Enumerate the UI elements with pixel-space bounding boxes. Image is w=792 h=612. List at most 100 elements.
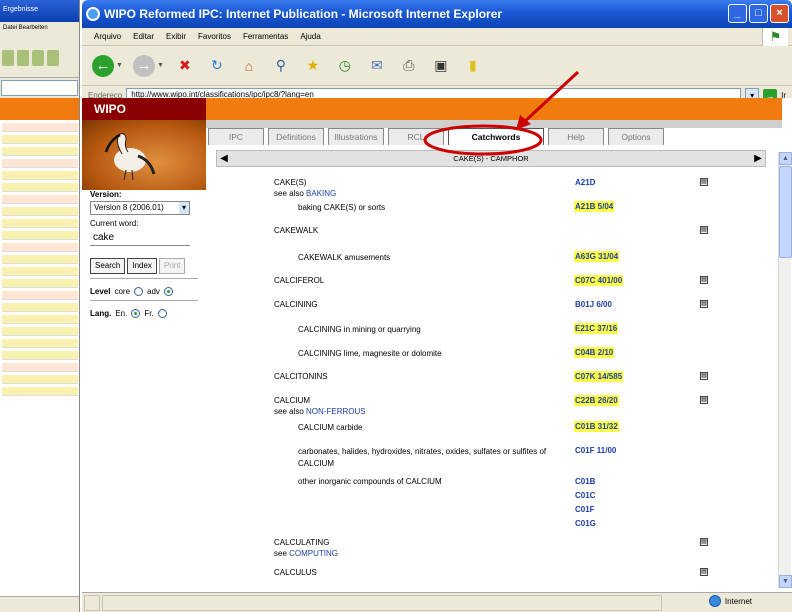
version-label: Version: [90,190,122,199]
details-icon[interactable]: ▤ [700,226,708,234]
web-page: WIPO Version: Version 8 (2006.01) Curren… [82,98,792,592]
ipc-code-link[interactable]: C01F [574,504,596,515]
forward-icon[interactable]: → [132,54,155,77]
level-label: Level [90,287,111,296]
scroll-down-icon[interactable]: ▼ [779,575,792,588]
see-also-prefix: see also [274,189,307,198]
ipc-code-link[interactable]: C01B 31/32 [574,421,619,432]
tab-options[interactable]: Options [608,128,664,145]
background-window-menu: Datei Bearbeiten [3,25,48,31]
details-icon[interactable]: ▤ [700,276,708,284]
ipc-code-link[interactable]: C01B [574,476,596,487]
lang-en-radio[interactable] [131,309,141,318]
scroll-up-icon[interactable]: ▲ [779,152,792,165]
wipo-logo-text: WIPO [82,98,206,120]
scroll-thumb[interactable] [779,166,792,258]
lang-fr-label: Fr. [144,309,154,318]
catchword-subentry-text: other inorganic compounds of CALCIUM [298,477,442,486]
current-word-field[interactable]: cake [90,228,190,246]
mail-icon[interactable]: ✉ [366,55,388,77]
see-also-prefix: see also [274,407,307,416]
version-select[interactable]: Version 8 (2006.01) [90,201,190,215]
page-scrollbar[interactable]: ▲ ▼ [778,152,792,588]
menu-exibir[interactable]: Exibir [166,32,186,41]
ipc-code-link[interactable]: E21C 37/16 [574,323,619,334]
home-icon[interactable]: ⌂ [238,55,260,77]
menu-ajuda[interactable]: Ajuda [300,32,320,41]
ipc-code-link[interactable]: B01J 6/00 [574,299,613,310]
details-icon[interactable]: ▤ [700,538,708,546]
see-also-prefix: see [274,549,290,558]
details-icon[interactable]: ▤ [700,396,708,404]
search-icon[interactable]: ⚲ [270,55,292,77]
maximize-button[interactable]: □ [749,4,768,23]
forward-dropdown-icon[interactable]: ▼ [157,62,164,69]
level-adv-radio[interactable] [163,287,173,296]
tab-definitions[interactable]: Definitions [268,128,324,145]
windows-flag-icon: ⚑ [762,28,788,46]
print-icon[interactable]: ⎙ [398,55,420,77]
see-also-link[interactable]: COMPUTING [289,549,338,558]
title-bar[interactable]: WIPO Reformed IPC: Internet Publication … [82,0,792,28]
minimize-button[interactable]: _ [728,4,747,23]
sidebar-divider [90,278,198,279]
ipc-code-link[interactable]: C07C 401/00 [574,275,624,286]
ipc-code-link[interactable]: C22B 26/20 [574,395,619,406]
ipc-code-link[interactable]: C01F 11/00 [574,445,617,456]
menu-arquivo[interactable]: Arquivo [94,32,121,41]
ipc-code-link[interactable]: C01C [574,490,596,501]
tab-illustrations[interactable]: Illustrations [328,128,384,145]
ipc-code-link[interactable]: A21D [574,177,596,188]
ipc-code-link[interactable]: C07K 14/585 [574,371,624,382]
window-title: WIPO Reformed IPC: Internet Publication … [104,7,503,21]
level-adv-label: adv [147,287,160,296]
background-window-band [0,98,79,120]
close-button[interactable]: × [770,4,789,23]
print-button[interactable]: Print [158,258,186,274]
stop-icon[interactable]: ✖ [174,55,196,77]
see-also-link[interactable]: BAKING [306,189,336,198]
history-icon[interactable]: ◷ [334,55,356,77]
lang-fr-radio[interactable] [157,309,167,318]
tab-catchwords[interactable]: Catchwords [448,128,544,145]
details-icon[interactable]: ▤ [700,568,708,576]
index-button[interactable]: Index [127,258,157,274]
back-dropdown-icon[interactable]: ▼ [116,62,123,69]
next-arrow-icon[interactable]: ▶ [751,151,765,166]
search-button[interactable]: Search [90,258,126,274]
details-icon[interactable]: ▤ [700,372,708,380]
level-row: Level core adv [90,287,202,296]
background-window[interactable]: Ergebnisse Datei Bearbeiten [0,0,80,612]
previous-arrow-icon[interactable]: ◀ [217,151,231,166]
status-text-pane [102,594,662,611]
ipc-code-link[interactable]: C01G [574,518,597,529]
edit-icon[interactable]: ▣ [430,55,452,77]
tab-rcl[interactable]: RCL [388,128,444,145]
menu-ferramentas[interactable]: Ferramentas [243,32,288,41]
range-heading: CAKE(S) - CAMPHOR [453,154,529,163]
menu-editar[interactable]: Editar [133,32,154,41]
see-also-link[interactable]: NON-FERROUS [306,407,366,416]
ipc-code-link[interactable]: C04B 2/10 [574,347,615,358]
catchword-term: CAKE(S) [274,178,307,187]
details-icon[interactable]: ▤ [700,300,708,308]
level-core-radio[interactable] [134,287,144,296]
browser-window: WIPO Reformed IPC: Internet Publication … [82,0,792,612]
range-heading-bar: ◀ CAKE(S) - CAMPHOR ▶ [216,150,766,167]
favorites-icon[interactable]: ★ [302,55,324,77]
catchword-subentry-text: CALCINING lime, magnesite or dolomite [298,349,442,358]
page-status-icon [84,594,100,611]
tab-help[interactable]: Help [548,128,604,145]
notes-icon[interactable]: ▮ [462,55,484,77]
catchword-term: CALCITONINS [274,372,328,381]
lang-label: Lang. [90,309,112,318]
back-icon[interactable]: ← [92,54,114,77]
refresh-icon[interactable]: ↻ [206,55,228,77]
ibis-bird-icon [104,133,156,180]
catchword-term: CALCINING [274,300,318,309]
menu-favoritos[interactable]: Favoritos [198,32,231,41]
ipc-code-link[interactable]: A21B 5/04 [574,201,615,212]
ipc-code-link[interactable]: A63G 31/04 [574,251,620,262]
tab-ipc[interactable]: IPC [208,128,264,145]
details-icon[interactable]: ▤ [700,178,708,186]
